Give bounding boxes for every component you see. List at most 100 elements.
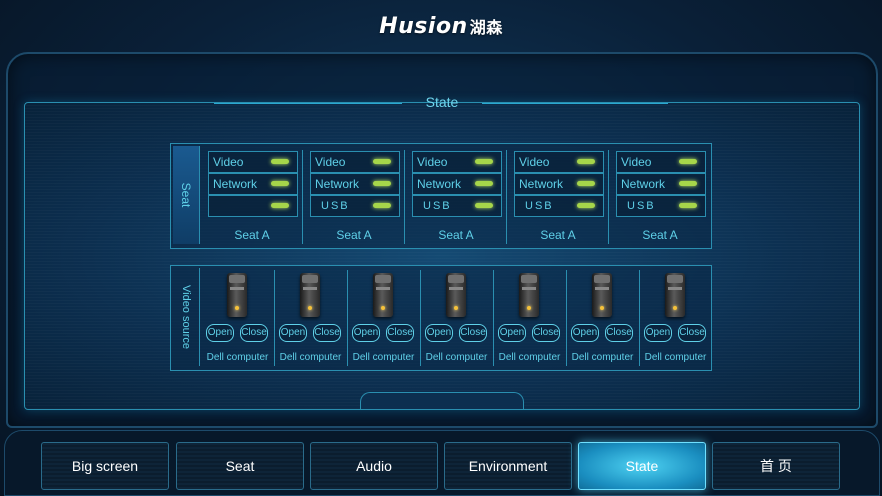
video-source-name: Dell computer: [498, 352, 561, 363]
status-row-network: Network: [514, 173, 604, 195]
video-source-name: Dell computer: [352, 352, 415, 363]
close-button[interactable]: Close: [678, 324, 706, 342]
video-source-name: Dell computer: [571, 352, 634, 363]
status-indicator: [475, 159, 493, 164]
video-source-item: Open Close Dell computer: [201, 266, 274, 370]
status-indicator: [475, 181, 493, 186]
nav-home-button[interactable]: 首 页: [712, 442, 840, 490]
status-label: USB: [627, 200, 656, 212]
status-indicator: [577, 203, 595, 208]
nav-environment-button[interactable]: Environment: [444, 442, 572, 490]
status-indicator: [373, 159, 391, 164]
video-source-side-tab: Video source: [173, 268, 200, 366]
status-indicator: [373, 203, 391, 208]
video-source-item: Open Close Dell computer: [347, 266, 420, 370]
close-button[interactable]: Close: [386, 324, 414, 342]
status-label: Network: [315, 177, 360, 191]
open-button[interactable]: Open: [352, 324, 380, 342]
open-button[interactable]: Open: [279, 324, 307, 342]
open-button[interactable]: Open: [498, 324, 526, 342]
nav-seat-button[interactable]: Seat: [176, 442, 304, 490]
status-label: Video: [213, 155, 244, 169]
status-row-video: Video: [310, 151, 400, 173]
video-source-item: Open Close Dell computer: [493, 266, 566, 370]
computer-tower-icon: [227, 273, 247, 317]
status-label: Network: [519, 177, 564, 191]
brand-name-cn: 湖森: [469, 18, 503, 37]
seat-card[interactable]: Video Network USB Seat A: [404, 150, 508, 246]
computer-tower-icon: [300, 273, 320, 317]
status-indicator: [679, 203, 697, 208]
computer-tower-icon: [373, 273, 393, 317]
status-row-video: Video: [616, 151, 706, 173]
computer-tower-icon: [665, 273, 685, 317]
status-indicator: [373, 181, 391, 186]
status-row-network: Network: [310, 173, 400, 195]
nav-audio-button[interactable]: Audio: [310, 442, 438, 490]
brand-name: Husion: [379, 14, 468, 39]
close-button[interactable]: Close: [313, 324, 341, 342]
nav-big-screen-button[interactable]: Big screen: [41, 442, 169, 490]
title-line-left: [214, 103, 402, 104]
status-row-usb: USB: [310, 195, 400, 217]
open-button[interactable]: Open: [644, 324, 672, 342]
video-source-name: Dell computer: [279, 352, 342, 363]
video-source-item: Open Close Dell computer: [566, 266, 639, 370]
status-label: Video: [315, 155, 346, 169]
status-row-usb: USB: [616, 195, 706, 217]
status-label: Video: [417, 155, 448, 169]
close-button[interactable]: Close: [240, 324, 268, 342]
seat-side-tab: Seat: [173, 146, 200, 244]
close-button[interactable]: Close: [605, 324, 633, 342]
seat-divider: [608, 150, 609, 244]
computer-tower-icon: [592, 273, 612, 317]
status-label: USB: [525, 200, 554, 212]
status-row-video: Video: [514, 151, 604, 173]
status-row-network: Network: [616, 173, 706, 195]
open-button[interactable]: Open: [571, 324, 599, 342]
seat-side-label: Seat: [179, 182, 193, 208]
video-source-panel: Video source Open Close Dell computer Op…: [170, 265, 712, 371]
status-indicator: [271, 203, 289, 208]
status-row-usb: USB: [412, 195, 502, 217]
nav-state-button[interactable]: State: [578, 442, 706, 490]
close-button[interactable]: Close: [532, 324, 560, 342]
status-indicator: [271, 181, 289, 186]
status-indicator: [475, 203, 493, 208]
status-row-usb: [208, 195, 298, 217]
status-label: Network: [417, 177, 462, 191]
seat-divider: [506, 150, 507, 244]
status-indicator: [679, 159, 697, 164]
status-row-video: Video: [412, 151, 502, 173]
status-indicator: [271, 159, 289, 164]
seat-name: Seat A: [540, 228, 576, 242]
video-source-name: Dell computer: [644, 352, 707, 363]
status-label: Video: [519, 155, 550, 169]
status-label: Network: [621, 177, 666, 191]
seat-card[interactable]: Video Network USB Seat A: [608, 150, 712, 246]
seat-panel: Seat Video Network Seat A Video Network …: [170, 143, 712, 249]
seat-name: Seat A: [336, 228, 372, 242]
status-row-network: Network: [208, 173, 298, 195]
status-label: USB: [423, 200, 452, 212]
brand-logo: Husion 湖森: [0, 14, 882, 39]
seat-card[interactable]: Video Network USB Seat A: [506, 150, 610, 246]
computer-tower-icon: [446, 273, 466, 317]
computer-tower-icon: [519, 273, 539, 317]
open-button[interactable]: Open: [425, 324, 453, 342]
title-line-right: [482, 103, 668, 104]
close-button[interactable]: Close: [459, 324, 487, 342]
open-button[interactable]: Open: [206, 324, 234, 342]
seat-card[interactable]: Video Network USB Seat A: [302, 150, 406, 246]
seat-divider: [302, 150, 303, 244]
video-source-item: Open Close Dell computer: [274, 266, 347, 370]
status-indicator: [577, 181, 595, 186]
status-row-usb: USB: [514, 195, 604, 217]
seat-name: Seat A: [438, 228, 474, 242]
seat-card[interactable]: Video Network Seat A: [208, 150, 304, 246]
video-source-item: Open Close Dell computer: [420, 266, 493, 370]
status-label: Network: [213, 177, 258, 191]
seat-name: Seat A: [234, 228, 270, 242]
status-indicator: [577, 159, 595, 164]
status-label: USB: [321, 200, 350, 212]
